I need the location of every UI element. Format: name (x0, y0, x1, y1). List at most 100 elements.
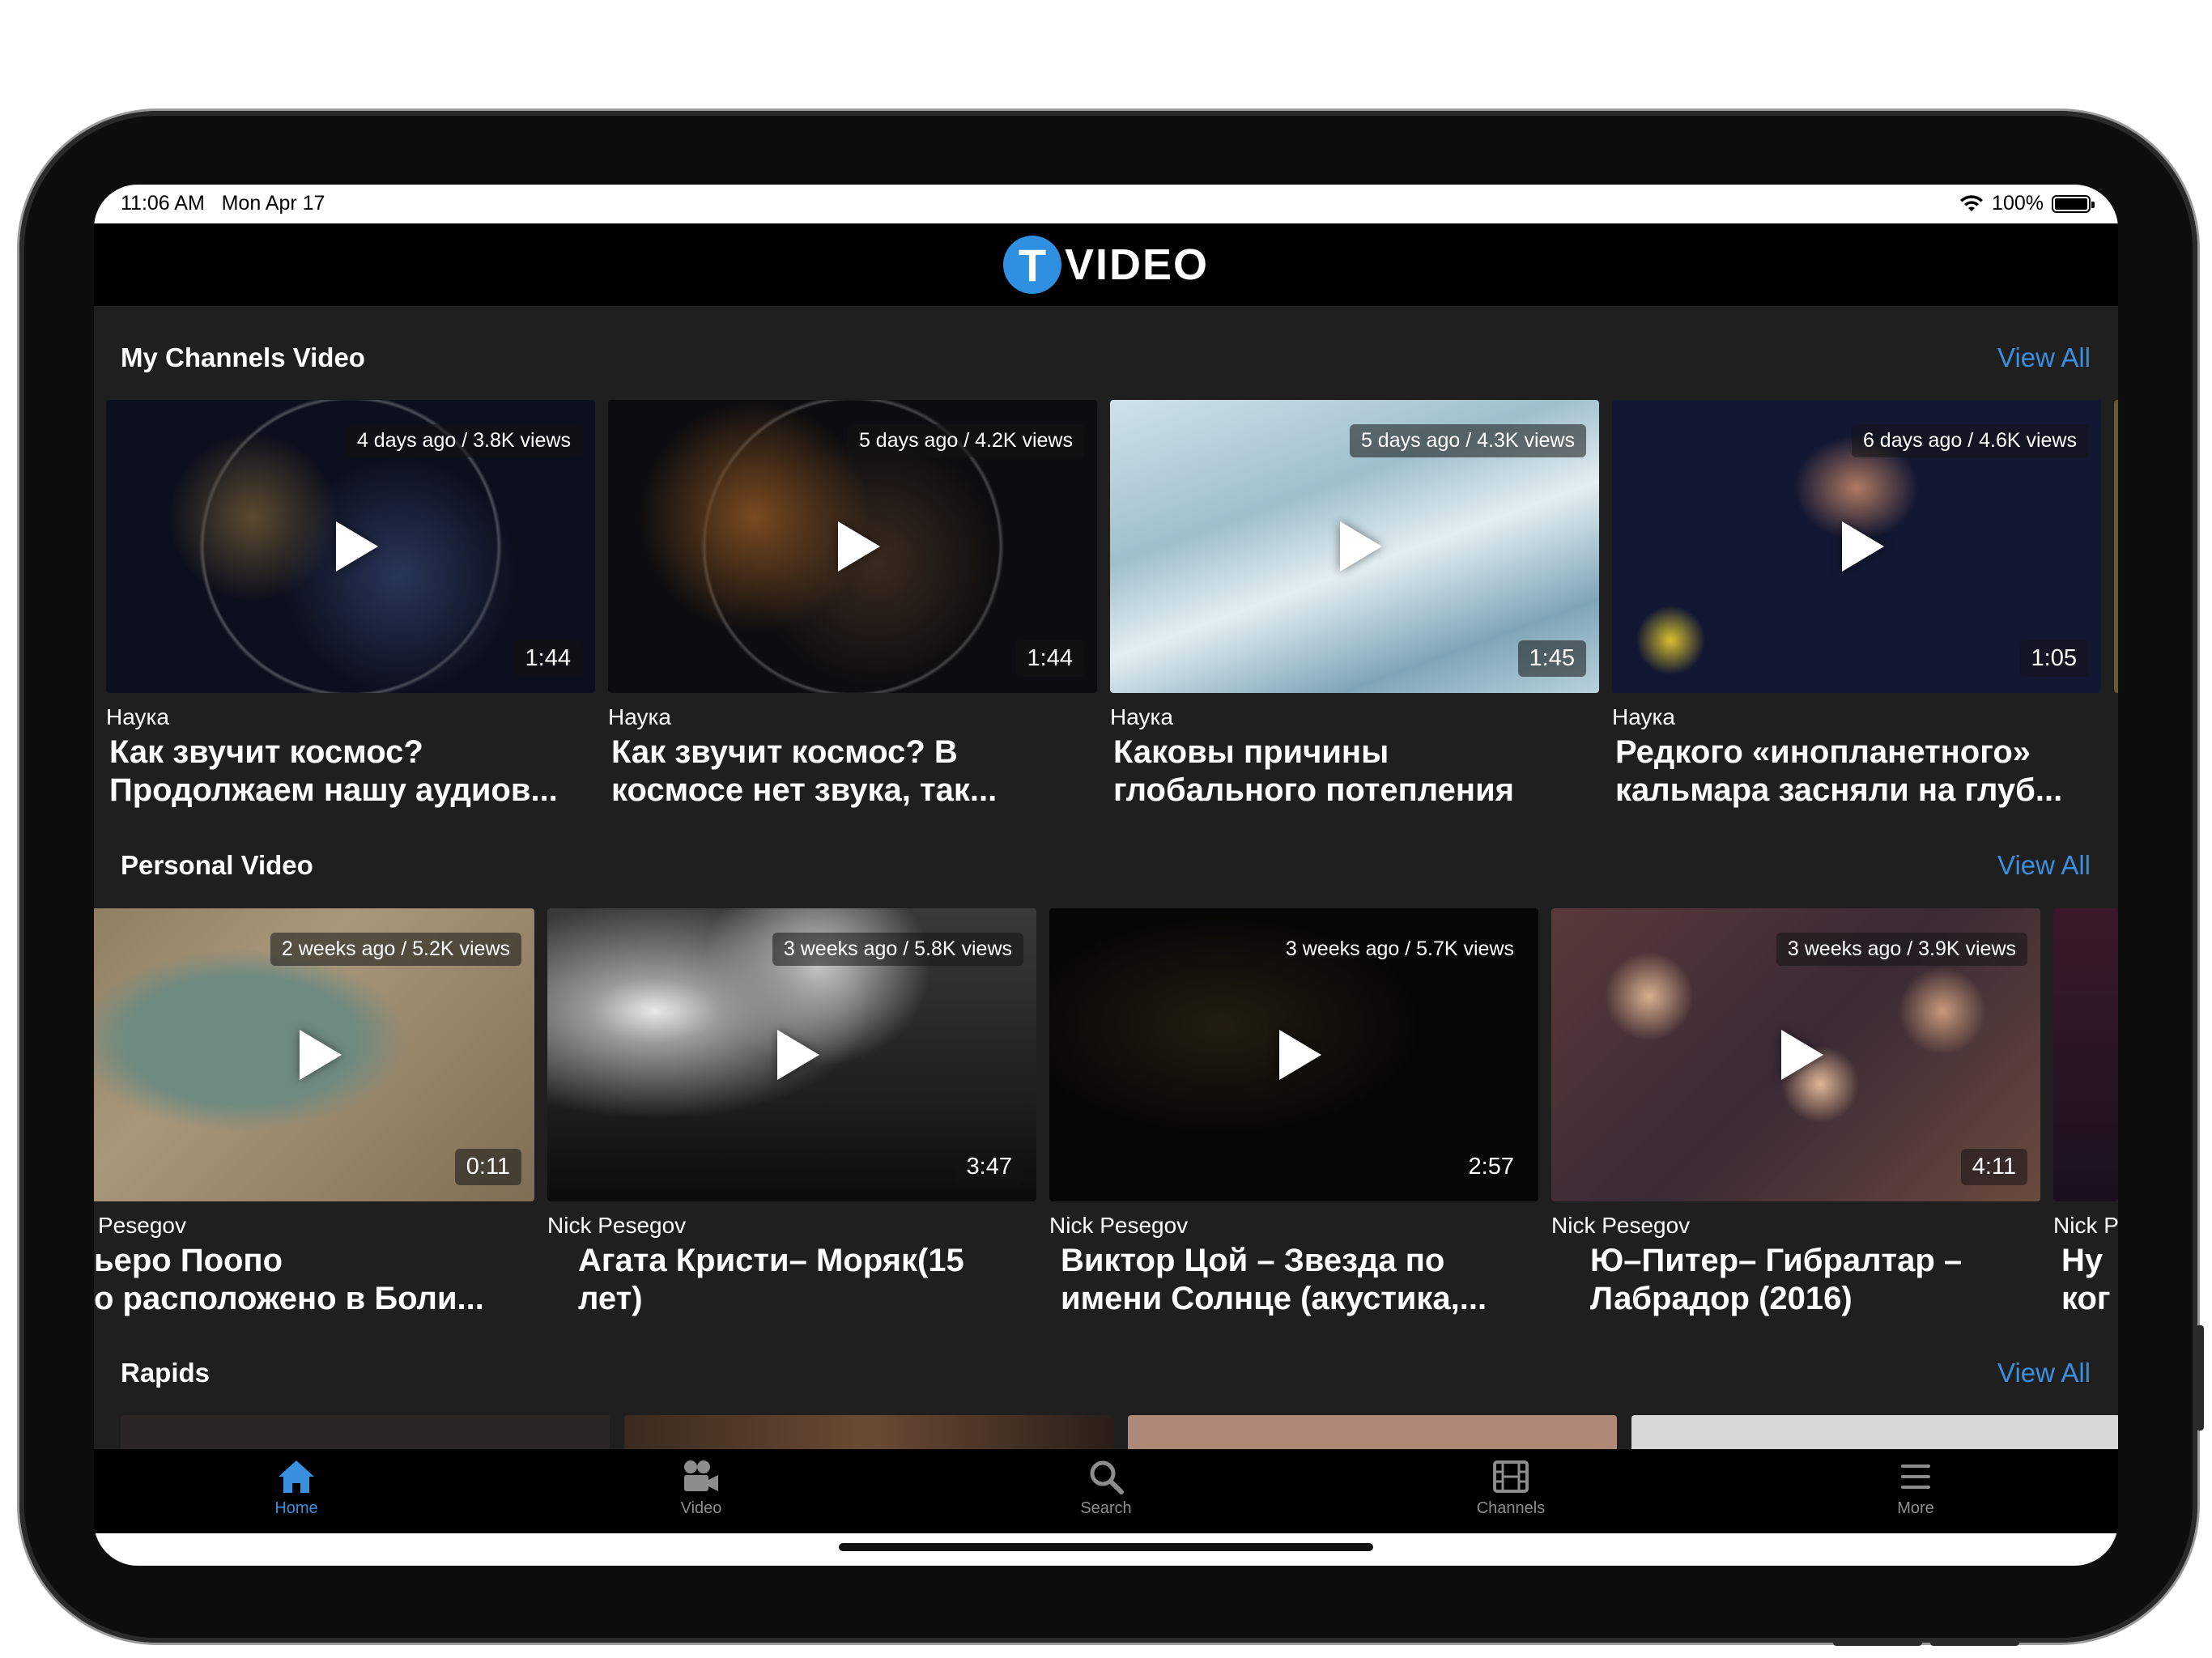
power-button-2 (1930, 1639, 2019, 1646)
video-duration: 4:11 (1960, 1149, 2027, 1185)
view-all-my-channels[interactable]: View All (1997, 342, 2091, 373)
video-channel[interactable]: Наука (608, 704, 671, 730)
video-card[interactable] (1128, 1415, 1617, 1449)
video-thumbnail[interactable] (1631, 1415, 2118, 1449)
video-title[interactable]: Ну ког (2061, 1242, 2118, 1318)
video-title[interactable]: Редкого «инопланетного» кальмара засняли… (1615, 733, 2098, 810)
video-camera-icon (684, 1460, 718, 1491)
wifi-icon (1960, 194, 1984, 211)
search-icon (1090, 1460, 1124, 1494)
tab-label: More (1897, 1499, 1934, 1517)
power-button (1833, 1639, 1922, 1646)
video-meta: 6 days ago / 4.6K views (1851, 424, 2088, 457)
video-channel[interactable]: Nick Pesegov (1049, 1213, 1188, 1239)
video-meta: 3 weeks ago / 5.7K views (1285, 937, 1514, 960)
play-icon[interactable] (1340, 521, 1382, 572)
tab-channels[interactable]: Channels (1446, 1459, 1576, 1518)
status-bar: 11:06 AM Mon Apr 17 100% (94, 185, 2118, 223)
video-channel[interactable]: Nick Pesegov (547, 1213, 686, 1239)
tab-video[interactable]: Video (636, 1459, 766, 1518)
video-title[interactable]: Виктор Цой – Звезда по имени Солнце (аку… (1061, 1242, 1535, 1318)
video-thumbnail[interactable]: 3 weeks ago / 5.7K views 2:57 (1049, 908, 1538, 1201)
video-meta: 3 weeks ago / 3.9K views (1776, 933, 2027, 966)
home-content[interactable]: My Channels Video View All 4 days ago / … (94, 306, 2118, 1449)
video-thumbnail[interactable] (121, 1415, 610, 1449)
video-meta: 5 days ago / 4.2K views (847, 424, 1084, 457)
video-meta: 2 weeks ago / 5.2K views (270, 933, 521, 966)
play-icon[interactable] (777, 1030, 819, 1080)
play-icon[interactable] (1842, 521, 1884, 572)
play-icon[interactable] (1781, 1030, 1823, 1080)
video-duration: 2:57 (1468, 1154, 1514, 1180)
video-title[interactable]: Как звучит космос? В космосе нет звука, … (611, 733, 1094, 810)
tab-label: Video (680, 1499, 722, 1517)
tab-home[interactable]: Home (232, 1459, 361, 1518)
tab-search[interactable]: Search (1041, 1459, 1171, 1518)
battery-icon (2052, 194, 2095, 213)
video-duration: 1:45 (1517, 640, 1586, 677)
app-logo[interactable]: T VIDEO (1002, 236, 1210, 294)
logo-badge: T (1002, 236, 1061, 294)
tab-more[interactable]: More (1851, 1459, 1980, 1518)
video-title[interactable]: ьеро Поопо о расположено в Боли... (94, 1242, 534, 1318)
view-all-personal[interactable]: View All (1997, 850, 2091, 881)
volume-button (2196, 1325, 2204, 1431)
video-duration: 0:11 (454, 1149, 521, 1185)
logo-text: VIDEO (1064, 240, 1210, 289)
video-card[interactable] (624, 1415, 1113, 1449)
video-channel[interactable]: Nick P (2053, 1213, 2118, 1239)
video-meta: 3 weeks ago / 5.8K views (772, 933, 1023, 966)
app-header: T VIDEO (94, 223, 2118, 306)
video-channel[interactable]: Наука (1110, 704, 1173, 730)
section-title-rapids: Rapids (121, 1358, 211, 1388)
tab-label: Channels (1476, 1499, 1546, 1517)
play-icon[interactable] (838, 521, 880, 572)
video-card[interactable] (121, 1415, 610, 1449)
video-duration: 1:05 (2019, 640, 2088, 677)
video-channel[interactable]: Nick Pesegov (1551, 1213, 1690, 1239)
video-thumbnail[interactable]: 3 weeks ago / 3.9K views 4:11 (1551, 908, 2040, 1201)
play-icon[interactable] (300, 1030, 342, 1080)
video-meta: 4 days ago / 3.8K views (345, 424, 582, 457)
play-icon[interactable] (336, 521, 378, 572)
status-time: 11:06 AM Mon Apr 17 (121, 192, 325, 215)
app-screen: 11:06 AM Mon Apr 17 100% T VIDEO My Chan… (94, 185, 2118, 1566)
video-thumbnail[interactable]: 2 weeks ago / 5.2K views 0:11 (94, 908, 534, 1201)
menu-icon (1901, 1465, 1930, 1489)
row-rapids[interactable] (94, 1415, 2118, 1449)
video-title[interactable]: Ю–Питер– Гибралтар – Лабрадор (2016) (1590, 1242, 2037, 1318)
video-thumbnail[interactable] (624, 1415, 1113, 1449)
video-card[interactable] (1631, 1415, 2118, 1449)
video-card-partial[interactable]: Nick P Ну ког (2053, 908, 2118, 1329)
home-icon (279, 1460, 314, 1493)
home-indicator[interactable] (839, 1543, 1373, 1551)
tab-label: Search (1080, 1499, 1132, 1517)
video-thumbnail[interactable] (2053, 908, 2118, 1201)
video-thumbnail[interactable]: 5 days ago / 4.2K views 1:44 (608, 400, 1097, 693)
video-channel[interactable]: Pesegov (98, 1213, 186, 1239)
video-thumbnail[interactable]: 4 days ago / 3.8K views 1:44 (106, 400, 595, 693)
video-thumbnail[interactable]: 6 days ago / 4.6K views 1:05 (1612, 400, 2101, 693)
video-duration: 3:47 (955, 1149, 1023, 1185)
video-thumbnail[interactable] (1128, 1415, 1617, 1449)
video-title[interactable]: Агата Кристи– Моряк(15 лет) (578, 1242, 1033, 1318)
video-title[interactable]: Как звучит космос? Продолжаем нашу аудио… (109, 733, 592, 810)
video-title[interactable]: Каковы причины глобального потепления (1113, 733, 1596, 810)
video-meta: 5 days ago / 4.3K views (1349, 424, 1586, 457)
view-all-rapids[interactable]: View All (1997, 1358, 2091, 1388)
video-channel[interactable]: Наука (1612, 704, 1675, 730)
video-thumbnail[interactable] (2114, 400, 2118, 693)
battery-percent: 100% (1992, 192, 2044, 215)
status-indicators: 100% (1959, 192, 2095, 215)
row-personal[interactable]: 2 weeks ago / 5.2K views 0:11 Pesegov ье… (94, 908, 2118, 1329)
tab-label: Home (274, 1499, 318, 1517)
video-thumbnail[interactable]: 5 days ago / 4.3K views 1:45 (1110, 400, 1599, 693)
play-icon[interactable] (1279, 1030, 1321, 1080)
video-channel[interactable]: Наука (106, 704, 169, 730)
row-my-channels[interactable]: 4 days ago / 3.8K views 1:44 Наука Как з… (94, 400, 2118, 821)
home-indicator-area (94, 1533, 2118, 1566)
video-thumbnail[interactable]: 3 weeks ago / 5.8K views 3:47 (547, 908, 1036, 1201)
section-title-personal: Personal Video (121, 850, 313, 880)
section-title-my-channels: My Channels Video (121, 342, 365, 372)
film-icon (1493, 1460, 1529, 1493)
